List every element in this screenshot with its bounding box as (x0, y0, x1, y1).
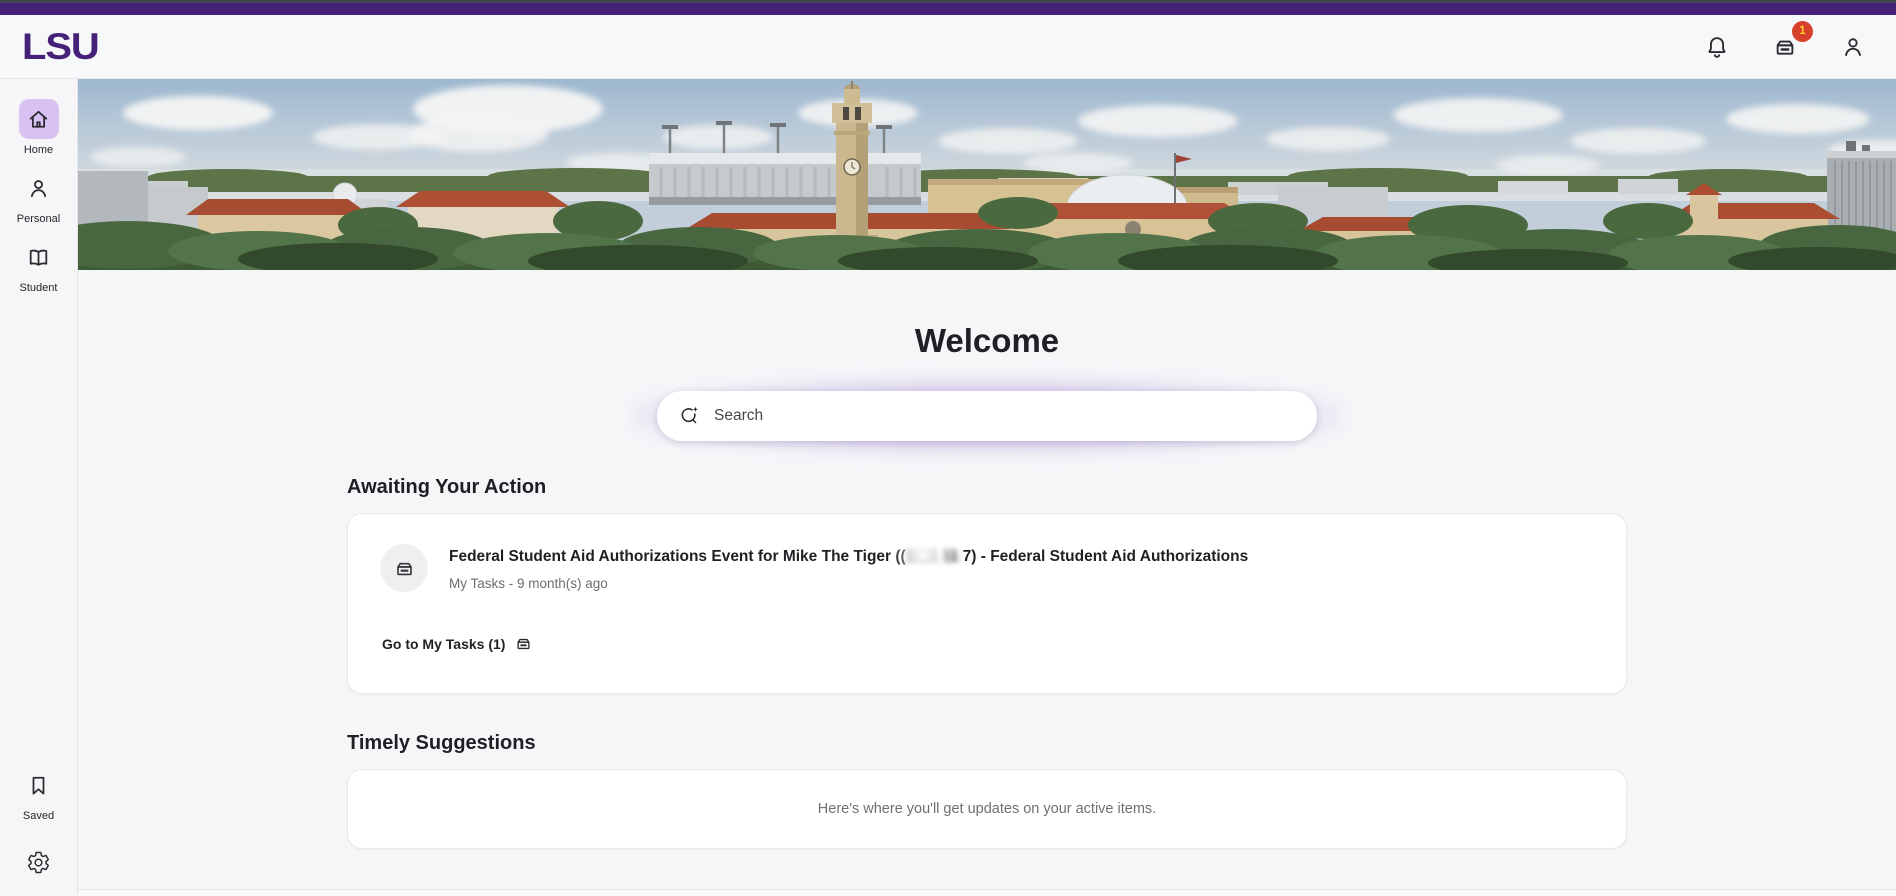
page-bottom-edge (78, 889, 1896, 896)
gear-icon (19, 842, 59, 882)
person-icon (18, 168, 58, 208)
sidebar-item-saved[interactable]: Saved (19, 765, 59, 822)
magnifier-sparkle-icon (679, 405, 701, 427)
sidebar-item-label: Home (24, 144, 53, 156)
suggestions-section-title: Timely Suggestions (347, 732, 1627, 755)
search-zone (607, 368, 1367, 464)
app-header: LSU 1 (0, 15, 1896, 79)
task-meta: My Tasks - 9 month(s) ago (449, 576, 1248, 591)
lsu-logo[interactable]: LSU (22, 26, 99, 68)
page-title: Welcome (78, 322, 1896, 360)
sidebar-item-label: Student (20, 282, 58, 294)
awaiting-action-card: Federal Student Aid Authorizations Event… (347, 513, 1627, 694)
redacted-student-id: 1111 11 (906, 548, 959, 565)
sidebar-item-student[interactable]: Student (19, 237, 59, 294)
sidebar-item-label: Saved (23, 810, 54, 822)
sidebar-item-personal[interactable]: Personal (17, 168, 60, 225)
open-book-icon (19, 237, 59, 277)
task-title: Federal Student Aid Authorizations Event… (449, 547, 1248, 567)
sidebar-item-home[interactable]: Home (19, 99, 59, 156)
notifications-button[interactable] (1700, 30, 1734, 64)
my-tasks-button[interactable]: 1 (1768, 30, 1802, 64)
campus-banner-image (78, 79, 1896, 270)
timely-suggestions-card: Here's where you'll get updates on your … (347, 769, 1627, 849)
go-to-my-tasks-link[interactable]: Go to My Tasks (1) (380, 634, 533, 653)
home-icon (19, 99, 59, 139)
suggestions-empty-message: Here's where you'll get updates on your … (818, 801, 1156, 817)
awaiting-section-title: Awaiting Your Action (347, 476, 1627, 499)
bell-icon (1704, 34, 1730, 60)
header-actions: 1 (1700, 30, 1870, 64)
brand-accent-bar (0, 3, 1896, 15)
profile-button[interactable] (1836, 30, 1870, 64)
main-content: Welcome Awaiting Your Action Federal Stu… (78, 79, 1896, 849)
inbox-tray-icon (514, 634, 533, 653)
bookmark-icon (19, 765, 59, 805)
person-icon (1840, 34, 1866, 60)
go-to-my-tasks-label: Go to My Tasks (1) (382, 636, 505, 652)
inbox-tray-icon (380, 544, 428, 592)
task-texts: Federal Student Aid Authorizations Event… (449, 544, 1248, 591)
search-bar[interactable] (657, 391, 1317, 441)
sidebar: Home Personal Student Saved (0, 79, 78, 896)
sidebar-item-label: Personal (17, 213, 60, 225)
sidebar-settings-button[interactable] (19, 842, 59, 882)
search-input[interactable] (714, 407, 1295, 425)
task-item[interactable]: Federal Student Aid Authorizations Event… (380, 544, 1590, 592)
tasks-count-badge: 1 (1792, 21, 1813, 42)
